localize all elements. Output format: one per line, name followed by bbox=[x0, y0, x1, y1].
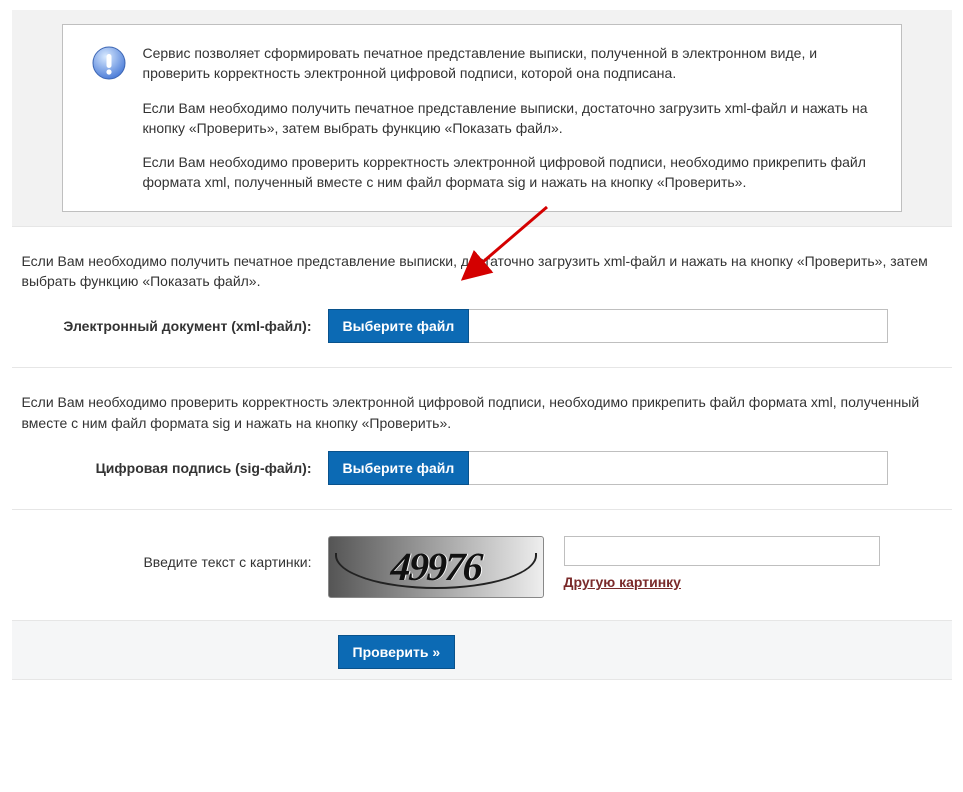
info-paragraph-3: Если Вам необходимо проверить корректнос… bbox=[143, 152, 873, 193]
sig-hint: Если Вам необходимо проверить корректнос… bbox=[22, 392, 942, 433]
xml-choose-file-button[interactable]: Выберите файл bbox=[328, 309, 470, 343]
sig-choose-file-button[interactable]: Выберите файл bbox=[328, 451, 470, 485]
info-panel: Сервис позволяет сформировать печатное п… bbox=[12, 10, 952, 227]
captcha-image: 49976 bbox=[328, 536, 544, 598]
captcha-label: Введите текст с картинки: bbox=[22, 536, 328, 570]
info-paragraph-1: Сервис позволяет сформировать печатное п… bbox=[143, 43, 873, 84]
sig-file-name-field[interactable] bbox=[469, 451, 887, 485]
info-text: Сервис позволяет сформировать печатное п… bbox=[143, 43, 873, 193]
xml-label: Электронный документ (xml-файл): bbox=[22, 318, 328, 334]
captcha-input[interactable] bbox=[564, 536, 880, 566]
info-icon bbox=[91, 45, 127, 81]
submit-bar: Проверить » bbox=[12, 621, 952, 680]
xml-section: Если Вам необходимо получить печатное пр… bbox=[12, 227, 952, 369]
xml-hint: Если Вам необходимо получить печатное пр… bbox=[22, 251, 942, 292]
captcha-section: Введите текст с картинки: 49976 Другую к… bbox=[12, 510, 952, 621]
sig-label: Цифровая подпись (sig-файл): bbox=[22, 460, 328, 476]
submit-button[interactable]: Проверить » bbox=[338, 635, 456, 669]
sig-section: Если Вам необходимо проверить корректнос… bbox=[12, 368, 952, 510]
captcha-refresh-link[interactable]: Другую картинку bbox=[564, 574, 880, 590]
info-paragraph-2: Если Вам необходимо получить печатное пр… bbox=[143, 98, 873, 139]
captcha-digits: 49976 bbox=[389, 543, 482, 590]
xml-file-name-field[interactable] bbox=[469, 309, 887, 343]
info-box: Сервис позволяет сформировать печатное п… bbox=[62, 24, 902, 212]
